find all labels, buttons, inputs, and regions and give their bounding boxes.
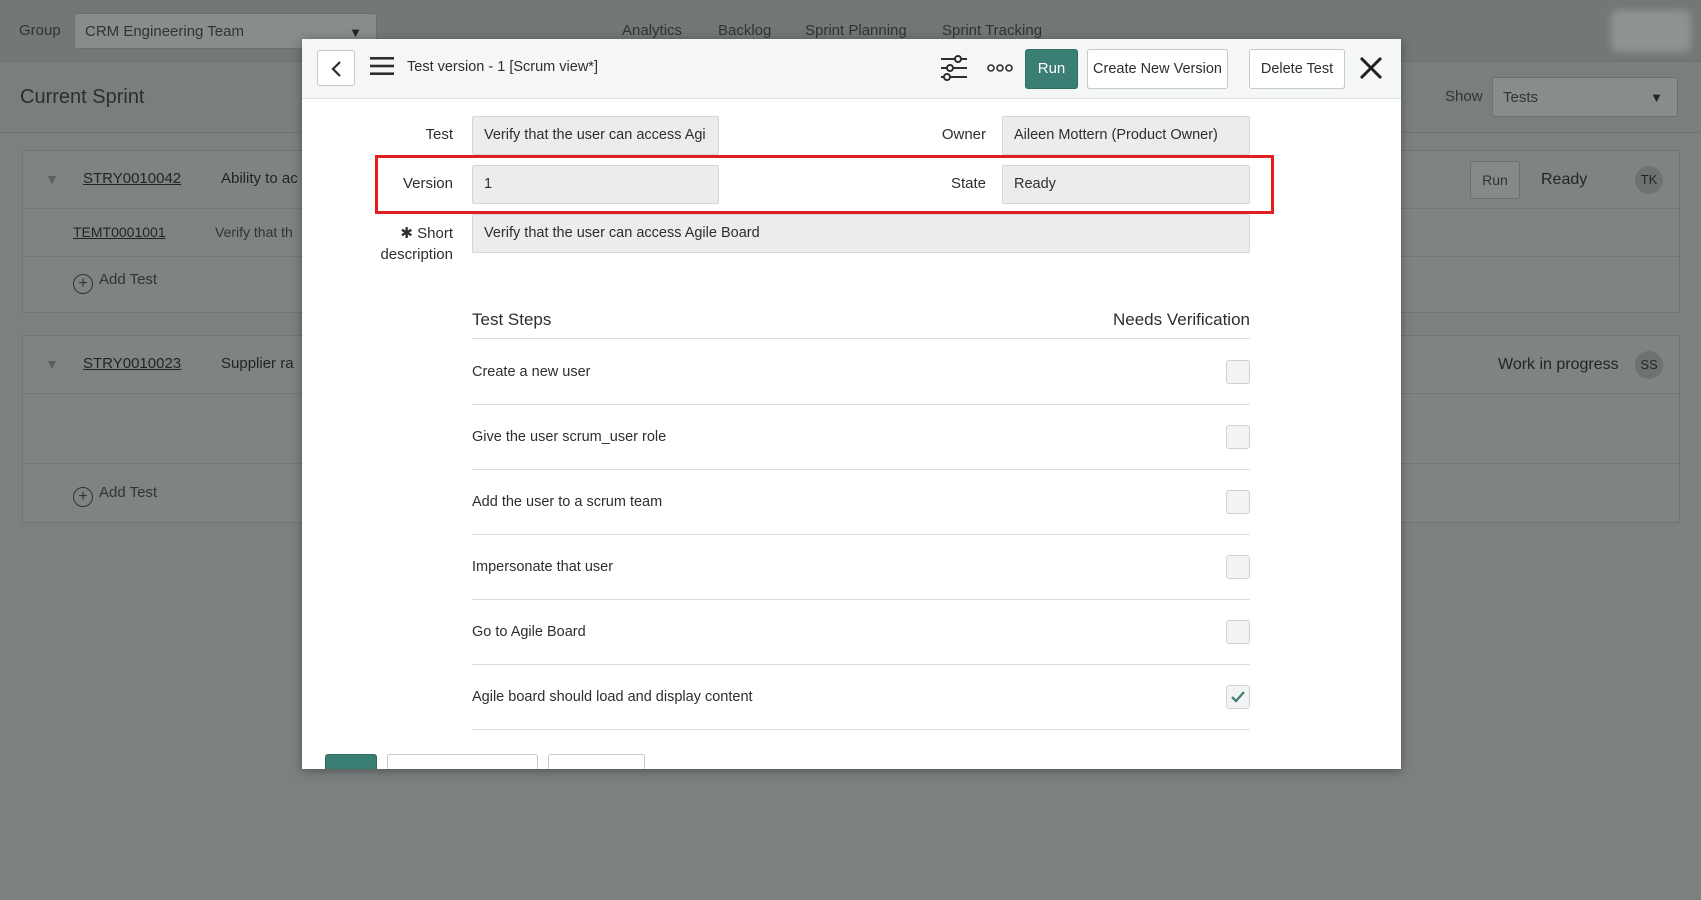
short-desc-label-line-2: description xyxy=(380,246,453,263)
checkmark-icon xyxy=(1231,691,1245,703)
story-state: Ready xyxy=(1541,171,1588,188)
footer-button[interactable] xyxy=(387,754,538,769)
short-description-label: ✱ Short description xyxy=(372,223,453,265)
test-step-text: Go to Agile Board xyxy=(472,624,586,640)
test-step-row: Give the user scrum_user role xyxy=(472,405,1250,470)
modal-title: Test version - 1 [Scrum view*] xyxy=(407,59,598,75)
add-test-label: Add Test xyxy=(99,484,158,501)
delete-test-button[interactable]: Delete Test xyxy=(1249,49,1345,89)
group-label: Group xyxy=(19,22,61,39)
tab-sprint-planning[interactable]: Sprint Planning xyxy=(805,22,907,39)
test-step-row: Add the user to a scrum team xyxy=(472,470,1250,535)
story-name: Supplier ra xyxy=(221,355,294,372)
hamburger-menu-icon[interactable] xyxy=(370,56,394,76)
test-field[interactable]: Verify that the user can access Agi xyxy=(472,116,719,155)
chevron-down-icon: ▼ xyxy=(1650,90,1663,105)
chevron-down-icon: ▼ xyxy=(349,25,362,40)
test-step-text: Create a new user xyxy=(472,364,591,380)
needs-verification-title: Needs Verification xyxy=(1112,310,1250,329)
test-step-row: Go to Agile Board xyxy=(472,600,1250,665)
sprint-title: Current Sprint xyxy=(20,86,145,108)
plus-circle-icon: + xyxy=(73,487,93,507)
test-step-text: Give the user scrum_user role xyxy=(472,429,667,445)
footer-primary-button[interactable] xyxy=(325,754,377,769)
test-step-text: Agile board should load and display cont… xyxy=(472,689,753,705)
needs-verification-checkbox[interactable] xyxy=(1226,555,1250,579)
highlight-box xyxy=(375,155,1274,214)
test-id-link[interactable]: TEMT0001001 xyxy=(73,224,166,240)
show-label: Show xyxy=(1445,88,1483,105)
plus-circle-icon: + xyxy=(73,274,93,294)
test-name: Verify that th xyxy=(215,224,293,240)
create-new-version-button[interactable]: Create New Version xyxy=(1087,49,1228,89)
story-state: Work in progress xyxy=(1498,356,1619,373)
footer-button[interactable] xyxy=(548,754,645,769)
test-label: Test xyxy=(425,126,453,143)
needs-verification-checkbox[interactable] xyxy=(1226,490,1250,514)
add-test-button[interactable]: + Add Test xyxy=(73,271,157,294)
owner-label: Owner xyxy=(941,126,986,143)
test-step-row: Agile board should load and display cont… xyxy=(472,665,1250,730)
story-run-button[interactable]: Run xyxy=(1470,161,1520,199)
chevron-left-icon xyxy=(331,61,341,77)
tab-sprint-tracking[interactable]: Sprint Tracking xyxy=(942,22,1042,39)
run-button[interactable]: Run xyxy=(1025,49,1078,89)
test-step-text: Impersonate that user xyxy=(472,559,614,575)
owner-field[interactable]: Aileen Mottern (Product Owner) xyxy=(1002,116,1250,155)
needs-verification-checkbox[interactable] xyxy=(1226,685,1250,709)
needs-verification-checkbox[interactable] xyxy=(1226,620,1250,644)
assignee-avatar: TK xyxy=(1635,166,1663,194)
test-version-modal: Test version - 1 [Scrum view*] Run Creat… xyxy=(302,39,1401,769)
user-avatar[interactable] xyxy=(1611,10,1691,52)
required-asterisk-icon: ✱ xyxy=(400,225,413,242)
add-test-label: Add Test xyxy=(99,271,158,288)
story-name: Ability to ac xyxy=(221,170,298,187)
test-step-row: Impersonate that user xyxy=(472,535,1250,600)
story-id-link[interactable]: STRY0010023 xyxy=(83,355,181,372)
more-options-icon[interactable] xyxy=(987,63,1013,73)
test-step-row: Create a new user xyxy=(472,340,1250,405)
short-description-field[interactable]: Verify that the user can access Agile Bo… xyxy=(472,214,1250,253)
modal-header: Test version - 1 [Scrum view*] Run Creat… xyxy=(302,39,1401,99)
test-step-text: Add the user to a scrum team xyxy=(472,494,663,510)
show-select[interactable]: Tests ▼ xyxy=(1492,77,1678,117)
tab-analytics[interactable]: Analytics xyxy=(622,22,682,39)
tab-backlog[interactable]: Backlog xyxy=(718,22,771,39)
assignee-avatar: SS xyxy=(1635,351,1663,379)
close-icon[interactable] xyxy=(1358,55,1384,81)
collapse-triangle-icon[interactable]: ▼ xyxy=(45,171,59,187)
back-button[interactable] xyxy=(317,50,355,86)
show-select-value: Tests xyxy=(1503,89,1539,106)
add-test-button[interactable]: + Add Test xyxy=(73,484,157,507)
short-desc-label-line-1: Short xyxy=(417,225,453,242)
story-id-link[interactable]: STRY0010042 xyxy=(83,170,181,187)
sliders-icon[interactable] xyxy=(941,54,967,82)
test-steps-title: Test Steps xyxy=(472,310,552,329)
collapse-triangle-icon[interactable]: ▼ xyxy=(45,356,59,372)
needs-verification-checkbox[interactable] xyxy=(1226,425,1250,449)
needs-verification-checkbox[interactable] xyxy=(1226,360,1250,384)
group-select-value: CRM Engineering Team xyxy=(85,23,244,40)
test-steps-header: Test Steps Needs Verification xyxy=(472,307,1250,339)
